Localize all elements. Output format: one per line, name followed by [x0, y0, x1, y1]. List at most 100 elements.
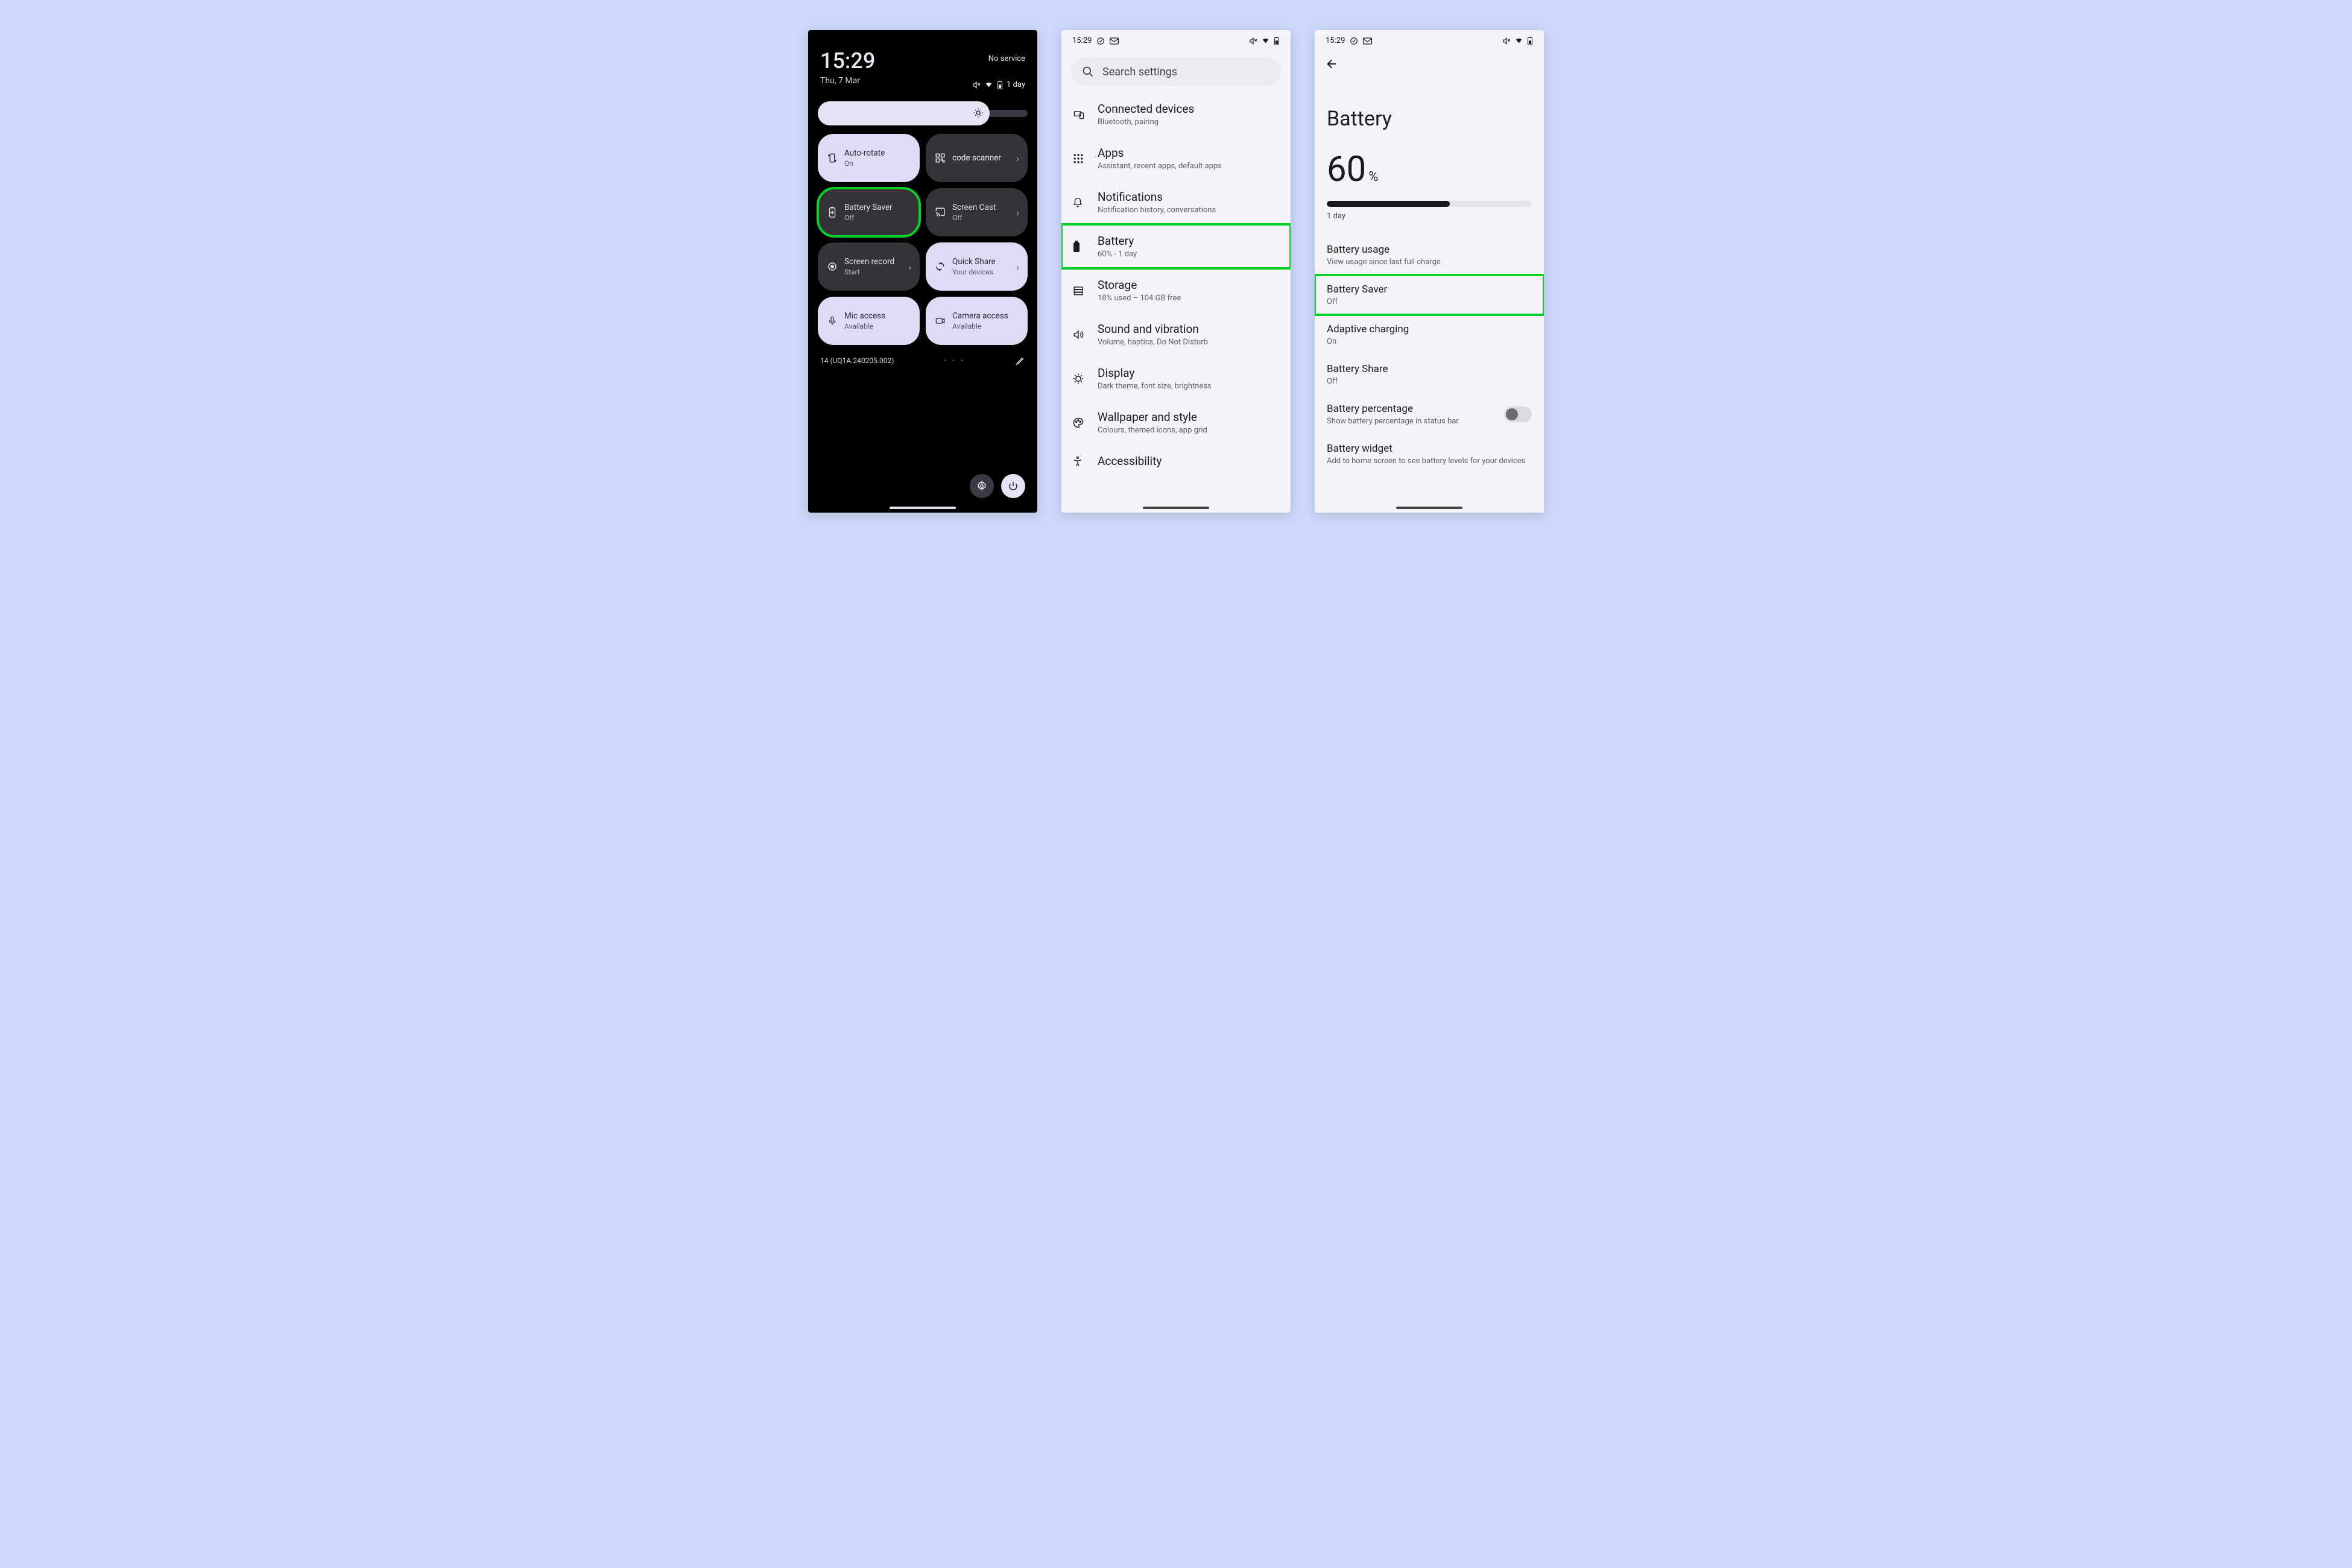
bell-icon [1072, 197, 1087, 209]
brightness-slider[interactable] [818, 101, 1028, 125]
mute-icon [972, 81, 981, 89]
battery-bar [1327, 201, 1532, 207]
opt-sub: On [1327, 337, 1532, 346]
row-sub: Assistant, recent apps, default apps [1098, 162, 1222, 171]
opt-battery-percentage[interactable]: Battery percentage Show battery percenta… [1315, 394, 1544, 434]
tile-camera-access[interactable]: Camera accessAvailable [926, 297, 1028, 345]
opt-sub: Add to home screen to see battery levels… [1327, 457, 1532, 466]
row-title: Display [1098, 366, 1212, 380]
opt-title: Battery Share [1327, 363, 1532, 375]
settings-app: 15:29 Search settings Connected devicesB… [1061, 30, 1291, 513]
chevron-right-icon: › [1016, 261, 1019, 273]
opt-battery-widget[interactable]: Battery widget Add to home screen to see… [1315, 434, 1544, 474]
dnd-icon [1096, 37, 1105, 45]
battery-time-estimate: 1 day [1315, 207, 1544, 235]
palette-icon [1072, 417, 1087, 429]
dnd-icon [1350, 37, 1358, 45]
power-button[interactable] [1001, 474, 1025, 498]
status-time: 15:29 [1326, 36, 1345, 45]
row-title: Wallpaper and style [1098, 410, 1207, 424]
row-sound[interactable]: Sound and vibration Volume, haptics, Do N… [1061, 312, 1291, 356]
edit-tiles-button[interactable] [1016, 356, 1025, 365]
opt-battery-usage[interactable]: Battery usage View usage since last full… [1315, 235, 1544, 275]
opt-sub: Show battery percentage in status bar [1327, 417, 1459, 426]
battery-icon [997, 81, 1003, 89]
nav-home-bar[interactable] [1396, 507, 1462, 509]
wifi-icon [1261, 37, 1270, 45]
tile-code-scanner[interactable]: code scanner › [926, 134, 1028, 182]
status-bar: 15:29 [1061, 30, 1291, 45]
power-icon [1008, 481, 1019, 492]
settings-button[interactable] [970, 474, 994, 498]
rotate-icon [826, 153, 838, 163]
row-sub: Colours, themed icons, app grid [1098, 426, 1207, 435]
back-button[interactable] [1315, 45, 1544, 71]
row-display[interactable]: Display Dark theme, font size, brightness [1061, 356, 1291, 400]
tile-label: Auto-rotate [844, 148, 911, 158]
row-notifications[interactable]: NotificationsNotification history, conve… [1061, 180, 1291, 224]
page-indicator: • • • [944, 358, 966, 364]
tile-label: code scanner [952, 153, 1010, 163]
tile-screen-cast[interactable]: Screen CastOff › [926, 188, 1028, 236]
apps-icon [1072, 153, 1087, 165]
opt-title: Battery percentage [1327, 403, 1459, 415]
opt-battery-saver[interactable]: Battery Saver Off [1315, 275, 1544, 315]
search-settings-input[interactable]: Search settings [1071, 57, 1281, 86]
row-wallpaper[interactable]: Wallpaper and style Colours, themed icons… [1061, 400, 1291, 444]
row-title: Storage [1098, 278, 1181, 292]
tile-quick-share[interactable]: Quick ShareYour devices › [926, 242, 1028, 291]
row-title: Battery [1098, 234, 1137, 248]
row-storage[interactable]: Storage18% used – 104 GB free [1061, 268, 1291, 312]
storage-icon [1072, 285, 1087, 296]
row-sub: Dark theme, font size, brightness [1098, 382, 1212, 391]
opt-sub: View usage since last full charge [1327, 258, 1532, 267]
nav-home-bar[interactable] [1143, 507, 1209, 509]
percentage-toggle[interactable] [1504, 406, 1532, 422]
opt-title: Battery widget [1327, 443, 1532, 455]
quick-share-icon [934, 261, 946, 272]
nav-home-bar[interactable] [890, 507, 956, 509]
cast-icon [934, 207, 946, 218]
mute-icon [1249, 37, 1257, 45]
sound-icon [1072, 329, 1087, 340]
status-time: 15:29 [1072, 36, 1092, 45]
row-sub: Volume, haptics, Do Not Disturb [1098, 338, 1208, 347]
search-icon [1082, 66, 1094, 78]
tile-sub: On [844, 159, 911, 168]
row-connected-devices[interactable]: Connected devicesBluetooth, pairing [1061, 92, 1291, 136]
camera-icon [934, 316, 946, 326]
tile-battery-saver[interactable]: Battery SaverOff [818, 188, 920, 236]
record-icon [826, 261, 838, 272]
tile-screen-record[interactable]: Screen recordStart › [818, 242, 920, 291]
quick-settings-panel: 15:29 Thu, 7 Mar No service 1 day Au [808, 30, 1037, 513]
opt-sub: Off [1327, 377, 1532, 386]
row-battery[interactable]: Battery60% - 1 day [1061, 224, 1291, 268]
opt-battery-share[interactable]: Battery Share Off [1315, 355, 1544, 394]
page-title: Battery [1315, 71, 1544, 137]
tile-sub: Available [844, 322, 911, 330]
chevron-right-icon: › [1016, 207, 1019, 218]
tile-mic-access[interactable]: Mic accessAvailable [818, 297, 920, 345]
opt-sub: Off [1327, 297, 1532, 306]
battery-icon [1527, 37, 1533, 45]
devices-icon [1072, 109, 1087, 120]
battery-saver-icon [826, 207, 838, 218]
row-title: Sound and vibration [1098, 322, 1208, 336]
opt-adaptive-charging[interactable]: Adaptive charging On [1315, 315, 1544, 355]
arrow-left-icon [1326, 57, 1533, 71]
tile-label: Screen Cast [952, 203, 1010, 212]
gear-icon [976, 481, 987, 492]
accessibility-icon [1072, 455, 1087, 467]
wifi-icon [1514, 37, 1523, 45]
brightness-icon [973, 107, 984, 118]
tile-label: Camera access [952, 311, 1019, 321]
battery-percent: 60% [1315, 137, 1544, 190]
row-apps[interactable]: AppsAssistant, recent apps, default apps [1061, 136, 1291, 180]
opt-title: Battery usage [1327, 244, 1532, 256]
search-placeholder: Search settings [1102, 66, 1177, 78]
status-cluster: No service 1 day [972, 54, 1025, 89]
tile-sub: Off [952, 213, 1010, 222]
row-accessibility[interactable]: Accessibility [1061, 444, 1291, 470]
tile-sub: Available [952, 322, 1019, 330]
tile-auto-rotate[interactable]: Auto-rotateOn [818, 134, 920, 182]
